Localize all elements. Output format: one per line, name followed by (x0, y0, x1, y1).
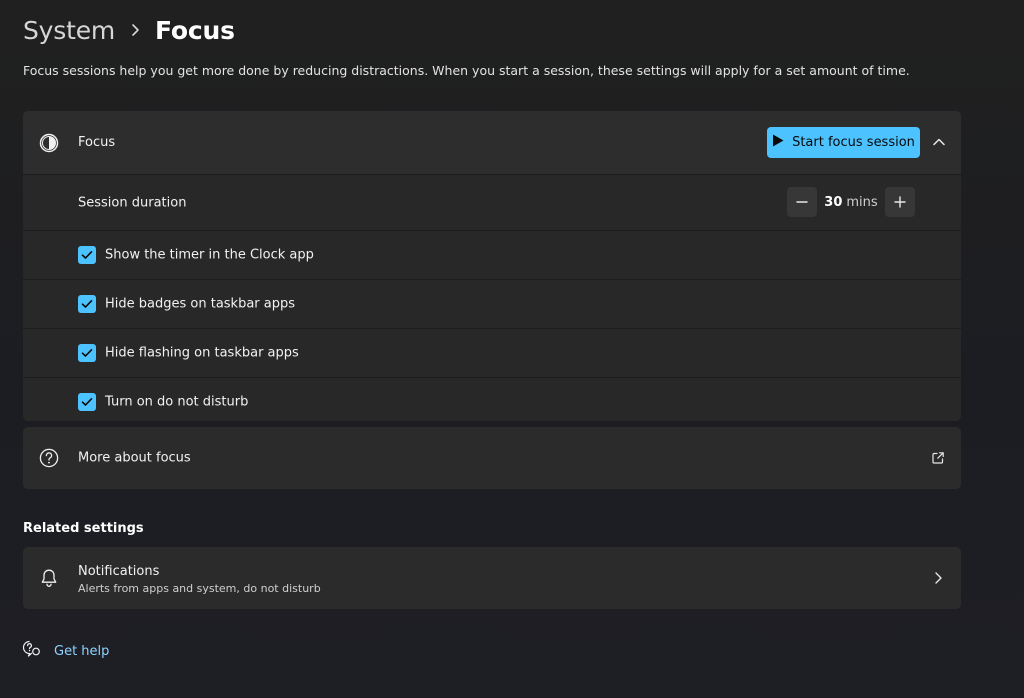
minus-icon (796, 201, 808, 203)
checkbox-show-timer[interactable] (78, 246, 96, 264)
bell-icon (38, 567, 60, 589)
session-duration-row: Session duration 30 mins (23, 175, 961, 231)
page-description: Focus sessions help you get more done by… (23, 63, 910, 78)
notifications-title: Notifications (78, 564, 160, 579)
option-label[interactable]: Hide badges on taskbar apps (105, 297, 295, 312)
focus-label: Focus (78, 135, 116, 150)
chevron-up-icon[interactable] (928, 131, 950, 153)
settings-page: System Focus Focus sessions help you get… (0, 0, 1024, 698)
option-label[interactable]: Hide flashing on taskbar apps (105, 346, 299, 361)
notifications-subtitle: Alerts from apps and system, do not dist… (78, 582, 321, 595)
checkbox-hide-flashing[interactable] (78, 344, 96, 362)
help-circle-icon (38, 447, 60, 469)
page-title: Focus (155, 15, 235, 45)
breadcrumb-system[interactable]: System (23, 16, 115, 45)
option-row-do-not-disturb: Turn on do not disturb (23, 378, 961, 421)
option-label[interactable]: Show the timer in the Clock app (105, 248, 314, 263)
plus-icon (894, 196, 906, 208)
more-about-focus-link[interactable]: More about focus (23, 427, 961, 489)
get-help-icon (22, 640, 40, 662)
option-row-hide-flashing: Hide flashing on taskbar apps (23, 329, 961, 378)
chevron-right-icon (115, 10, 155, 50)
option-row-hide-badges: Hide badges on taskbar apps (23, 280, 961, 329)
checkbox-do-not-disturb[interactable] (78, 393, 96, 411)
duration-unit: mins (846, 194, 878, 210)
chevron-right-icon (929, 569, 947, 587)
external-link-icon (929, 449, 947, 467)
checkmark-icon (81, 398, 93, 406)
option-label[interactable]: Turn on do not disturb (105, 395, 248, 410)
play-icon (772, 134, 784, 151)
checkmark-icon (81, 251, 93, 259)
start-focus-session-label: Start focus session (792, 135, 915, 150)
start-focus-session-button[interactable]: Start focus session (767, 127, 920, 158)
duration-number: 30 (824, 194, 843, 210)
decrease-duration-button[interactable] (787, 187, 817, 217)
more-about-focus-label: More about focus (78, 450, 191, 466)
focus-header[interactable]: Focus Start focus session (23, 111, 961, 175)
checkmark-icon (81, 349, 93, 357)
session-duration-label: Session duration (78, 195, 187, 210)
get-help-label: Get help (54, 643, 110, 659)
related-settings-heading: Related settings (23, 521, 144, 536)
breadcrumb: System Focus (23, 10, 235, 50)
increase-duration-button[interactable] (885, 187, 915, 217)
checkmark-icon (81, 300, 93, 308)
duration-value: 30 mins (817, 195, 885, 210)
focus-icon (38, 132, 60, 154)
session-duration-stepper: 30 mins (787, 187, 915, 217)
get-help-link[interactable]: Get help (22, 640, 110, 662)
notifications-link[interactable]: Notifications Alerts from apps and syste… (23, 547, 961, 609)
checkbox-hide-badges[interactable] (78, 295, 96, 313)
option-row-show-timer: Show the timer in the Clock app (23, 231, 961, 280)
focus-card: Focus Start focus session Session durati… (23, 111, 961, 421)
